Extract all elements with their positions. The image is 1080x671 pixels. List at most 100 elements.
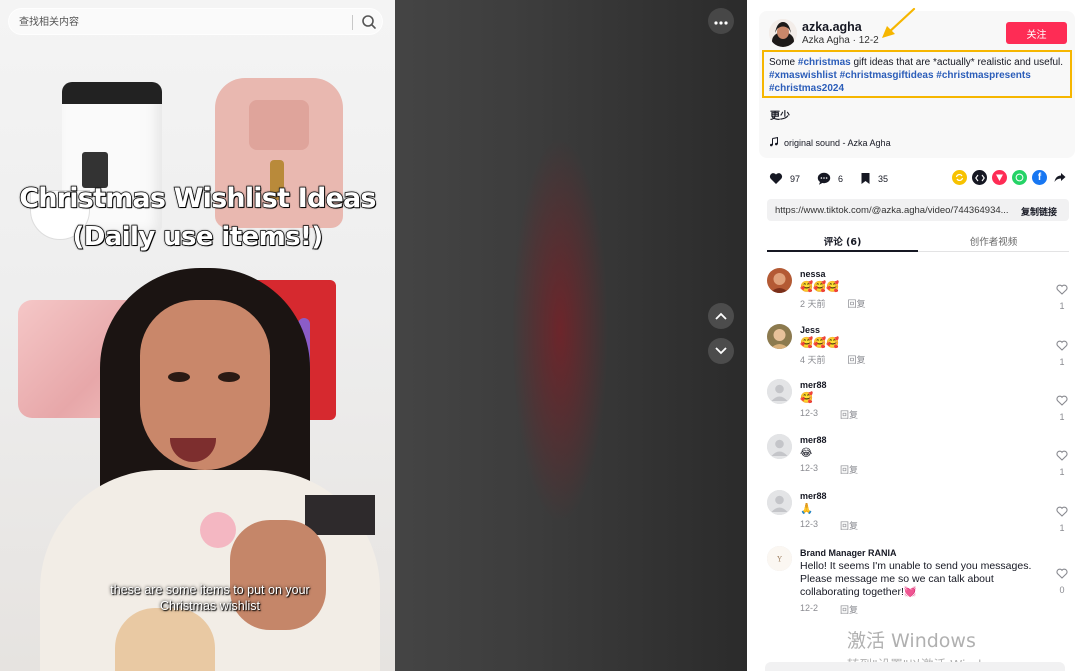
reply-button[interactable]: 回复 — [848, 297, 866, 310]
presenter-eye-right — [218, 372, 240, 382]
share-url[interactable]: https://www.tiktok.com/@azka.agha/video/… — [775, 205, 1015, 216]
like-stat[interactable]: 97 — [769, 172, 800, 187]
comment-item: Y Brand Manager RANIA Hello! It seems I'… — [747, 536, 1080, 616]
video-overlay-title: Christmas Wishlist Ideas — [19, 182, 378, 215]
comment-username[interactable]: nessa — [800, 269, 826, 279]
comment-time: 4 天前 — [800, 355, 826, 365]
chevron-down-icon — [715, 342, 727, 360]
comment-like[interactable]: 1 — [1054, 504, 1070, 533]
default-avatar-icon[interactable] — [767, 490, 792, 515]
annotation-arrow-icon — [882, 7, 916, 38]
comment-username[interactable]: mer88 — [800, 435, 827, 445]
comment-time: 12-3 — [800, 463, 819, 473]
heart-icon — [769, 172, 783, 187]
previous-video-button[interactable] — [708, 303, 734, 329]
search-icon[interactable] — [359, 12, 379, 32]
tab-creator-videos[interactable]: 创作者视频 — [918, 234, 1069, 248]
music-link[interactable]: original sound - Azka Agha — [769, 137, 891, 149]
active-tab-indicator — [767, 250, 918, 252]
default-avatar-icon[interactable] — [767, 379, 792, 404]
commenter-avatar[interactable] — [767, 324, 792, 349]
comment-time: 2 天前 — [800, 299, 826, 309]
heart-outline-icon[interactable] — [1056, 282, 1068, 299]
more-dots-icon — [714, 12, 728, 30]
music-label: original sound - Azka Agha — [784, 138, 891, 148]
author-username[interactable]: azka.agha — [802, 20, 862, 34]
facebook-icon[interactable]: f — [1032, 170, 1047, 185]
comment-item: nessa 🥰🥰🥰 2 天前 回复 1 — [747, 258, 1080, 314]
comment-like[interactable]: 0 — [1054, 566, 1070, 595]
more-options-button[interactable] — [708, 8, 734, 34]
comment-like-count: 1 — [1059, 467, 1065, 477]
embed-code-icon[interactable] — [972, 170, 987, 185]
comment-like[interactable]: 1 — [1054, 338, 1070, 367]
comment-meta: 4 天前 回复 — [800, 353, 866, 366]
share-url-bar[interactable]: https://www.tiktok.com/@azka.agha/video/… — [767, 199, 1069, 221]
comment-username[interactable]: Jess — [800, 325, 820, 335]
reply-button[interactable]: 回复 — [840, 463, 858, 476]
video-player[interactable]: Christmas Wishlist Ideas (Daily use item… — [0, 0, 747, 671]
comment-username[interactable]: mer88 — [800, 491, 827, 501]
comment-like-count: 1 — [1059, 523, 1065, 533]
default-avatar-icon[interactable] — [767, 434, 792, 459]
tab-comments[interactable]: 评论 (6) — [767, 234, 918, 248]
comment-stat[interactable]: 6 — [817, 172, 843, 187]
like-count: 97 — [790, 174, 801, 184]
next-video-button[interactable] — [708, 338, 734, 364]
author-avatar[interactable] — [769, 19, 797, 47]
reply-button[interactable]: 回复 — [840, 519, 858, 532]
music-note-icon — [769, 137, 779, 149]
comment-username[interactable]: Brand Manager RANIA — [800, 548, 897, 558]
commenter-avatar[interactable] — [767, 268, 792, 293]
show-less-link[interactable]: 更少 — [770, 107, 790, 122]
brand-avatar[interactable]: Y — [767, 546, 792, 571]
save-count: 35 — [878, 174, 889, 184]
comment-like[interactable]: 1 — [1054, 282, 1070, 311]
comment-input-area[interactable] — [765, 662, 1065, 671]
share-arrow-icon[interactable] — [1052, 170, 1067, 185]
comment-item: mer88 🙏 12-3 回复 1 — [747, 480, 1080, 536]
hashtag-list[interactable]: #xmaswishlist #christmasgiftideas #chris… — [769, 70, 1031, 94]
reply-button[interactable]: 回复 — [840, 603, 858, 616]
whatsapp-icon[interactable] — [1012, 170, 1027, 185]
heart-outline-icon[interactable] — [1056, 393, 1068, 410]
comment-item: mer88 😂 12-3 回复 1 — [747, 424, 1080, 480]
heart-outline-icon[interactable] — [1056, 566, 1068, 583]
description-text-start: Some — [769, 57, 798, 68]
product-box-image — [305, 495, 375, 535]
send-to-friends-icon[interactable] — [992, 170, 1007, 185]
hashtag-christmas[interactable]: #christmas — [798, 57, 851, 68]
reply-button[interactable]: 回复 — [840, 408, 858, 421]
comment-like[interactable]: 1 — [1054, 448, 1070, 477]
video-detail-panel: azka.agha Azka Agha · 12-2 关注 Some #chri… — [747, 0, 1080, 671]
comment-text: Hello! It seems I'm unable to send you m… — [800, 560, 1032, 598]
comment-time: 12-3 — [800, 408, 819, 418]
heart-outline-icon[interactable] — [1056, 504, 1068, 521]
comment-like-count: 1 — [1059, 412, 1065, 422]
copy-link-button[interactable]: 复制链接 — [1021, 205, 1057, 218]
heart-outline-icon[interactable] — [1056, 338, 1068, 355]
comment-meta: 12-2 回复 — [800, 603, 858, 616]
follow-button[interactable]: 关注 — [1006, 22, 1067, 44]
search-input[interactable] — [19, 15, 339, 30]
cat-image — [115, 608, 215, 671]
video-frame[interactable]: Christmas Wishlist Ideas (Daily use item… — [0, 0, 395, 671]
save-stat[interactable]: 35 — [860, 172, 888, 187]
makeup-brush-image — [200, 512, 236, 548]
comment-like-count: 0 — [1059, 585, 1065, 595]
comment-bubble-icon — [817, 172, 831, 187]
comment-like-count: 1 — [1059, 301, 1065, 311]
heart-outline-icon[interactable] — [1056, 448, 1068, 465]
comment-username[interactable]: mer88 — [800, 380, 827, 390]
repost-icon[interactable] — [952, 170, 967, 185]
comment-like[interactable]: 1 — [1054, 393, 1070, 422]
comment-meta: 12-3 回复 — [800, 408, 858, 421]
comment-like-count: 1 — [1059, 357, 1065, 367]
comment-text: 😂 — [800, 447, 813, 459]
comment-time: 12-3 — [800, 519, 819, 529]
svg-text:Y: Y — [776, 556, 782, 564]
search-bar[interactable] — [8, 8, 383, 35]
chevron-up-icon — [715, 307, 727, 325]
reply-button[interactable]: 回复 — [848, 353, 866, 366]
comment-meta: 12-3 回复 — [800, 463, 858, 476]
